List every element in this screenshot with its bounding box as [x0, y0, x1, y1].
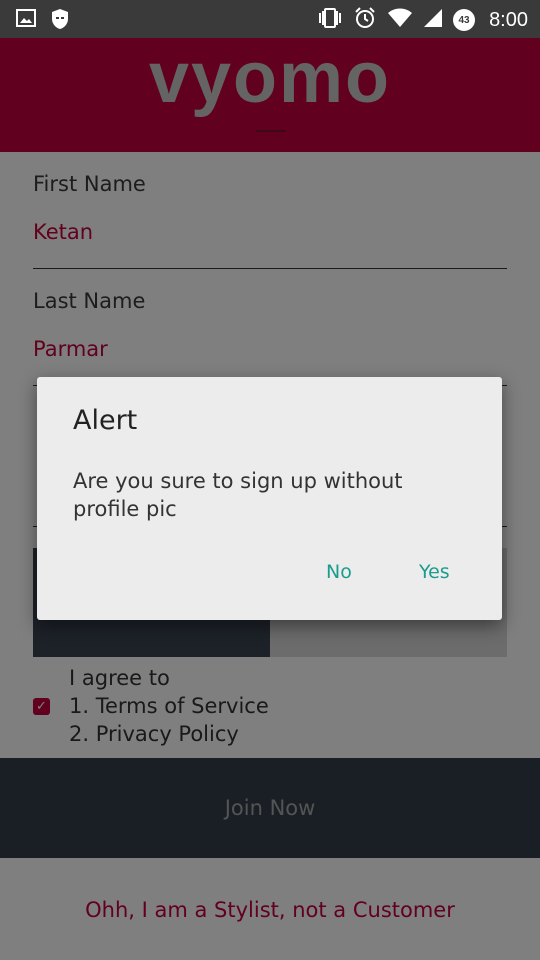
- alarm-icon: [353, 6, 377, 34]
- wifi-icon: [387, 8, 413, 32]
- status-time: 8:00: [489, 8, 528, 31]
- image-icon: [16, 8, 36, 34]
- dialog-title: Alert: [73, 405, 138, 436]
- no-button[interactable]: No: [318, 557, 360, 587]
- status-bar: 43 8:00: [0, 0, 540, 38]
- shield-icon: [50, 8, 70, 34]
- alert-dialog: Alert Are you sure to sign up without pr…: [37, 377, 502, 620]
- yes-button[interactable]: Yes: [411, 557, 458, 587]
- vibrate-icon: [317, 7, 343, 33]
- battery-icon: 43: [453, 9, 476, 31]
- signal-icon: [423, 8, 443, 32]
- dialog-message: Are you sure to sign up without profile …: [73, 469, 403, 521]
